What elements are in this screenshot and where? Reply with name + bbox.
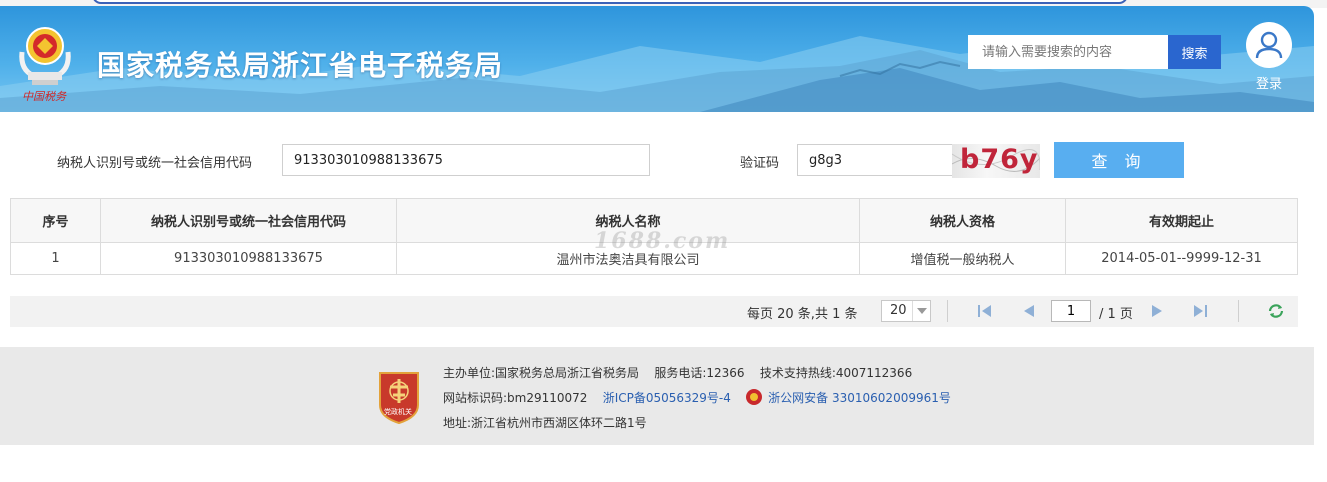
service-phone: 服务电话:12366: [654, 366, 745, 380]
tax-emblem-icon: 中国税务: [14, 16, 76, 106]
query-button[interactable]: 查 询: [1054, 142, 1184, 178]
police-badge-icon: [746, 389, 763, 405]
captcha-input[interactable]: [797, 144, 955, 176]
pagination-bar: 每页 20 条,共 1 条 20 / 1 页: [10, 296, 1298, 327]
watermark-text: 1688.com: [594, 228, 731, 254]
login-button[interactable]: 登录: [1245, 22, 1293, 92]
site-header: 中国税务 国家税务总局浙江省电子税务局 搜索 登录: [0, 6, 1314, 112]
site-title: 国家税务总局浙江省电子税务局: [97, 49, 504, 82]
host-label: 主办单位:: [443, 366, 496, 380]
header-taxpayer-id: 纳税人识别号或统一社会信用代码: [100, 198, 397, 243]
captcha-text: b76y: [960, 144, 1039, 175]
header-validity: 有效期起止: [1065, 198, 1298, 243]
party-government-badge-icon[interactable]: 党政机关: [376, 369, 422, 425]
host-value: 国家税务总局浙江省税务局: [495, 366, 640, 380]
header-index: 序号: [10, 198, 101, 243]
footer-records-line: 网站标识码:bm29110072 浙ICP备05056329号-4 浙公网安备 …: [443, 389, 951, 406]
page-size-value: 20: [890, 303, 907, 318]
cell-index: 1: [10, 242, 101, 275]
site-id: 网站标识码:bm29110072: [443, 391, 588, 405]
cell-qualification: 增值税一般纳税人: [859, 242, 1066, 275]
cell-validity: 2014-05-01--9999-12-31: [1065, 242, 1298, 275]
query-form: 纳税人识别号或统一社会信用代码 验证码 b76y 查 询: [0, 142, 1314, 178]
next-page-icon[interactable]: [1149, 304, 1165, 318]
badge-text: 党政机关: [384, 408, 412, 416]
footer-address: 地址:浙江省杭州市西湖区体环二路1号: [443, 416, 647, 430]
cell-taxpayer-id: 913303010988133675: [100, 242, 397, 275]
header-qualification: 纳税人资格: [859, 198, 1066, 243]
taxpayer-id-label: 纳税人识别号或统一社会信用代码: [57, 156, 253, 171]
address-bar-edge[interactable]: [92, 0, 1128, 4]
refresh-icon[interactable]: [1268, 304, 1284, 318]
prev-page-icon[interactable]: [1021, 304, 1037, 318]
taxpayer-id-input[interactable]: [282, 144, 650, 176]
footer-host-line: 主办单位:国家税务总局浙江省税务局 服务电话:12366 技术支持热线:4007…: [443, 364, 912, 381]
search-button[interactable]: 搜索: [1168, 35, 1221, 69]
police-record-link[interactable]: 浙公网安备 33010602009961号: [768, 391, 951, 405]
login-label[interactable]: 登录: [1245, 73, 1293, 92]
emblem-caption: 中国税务: [22, 90, 66, 103]
first-page-icon[interactable]: [977, 304, 993, 318]
chevron-down-icon[interactable]: [912, 301, 930, 321]
pager-divider: [1238, 300, 1239, 322]
search-input[interactable]: [968, 35, 1168, 69]
pager-divider: [947, 300, 948, 322]
captcha-label: 验证码: [740, 156, 780, 171]
page-size-select[interactable]: 20: [881, 300, 931, 322]
total-pages: / 1 页: [1099, 307, 1133, 322]
support-hotline: 技术支持热线:4007112366: [759, 366, 913, 380]
site-footer: 党政机关 主办单位:国家税务总局浙江省税务局 服务电话:12366 技术支持热线…: [0, 347, 1314, 445]
icp-link[interactable]: 浙ICP备05056329号-4: [603, 391, 731, 405]
per-page-summary: 每页 20 条,共 1 条: [747, 307, 858, 322]
last-page-icon[interactable]: [1192, 304, 1208, 318]
page-number-input[interactable]: [1051, 300, 1091, 322]
user-avatar-icon[interactable]: [1246, 22, 1292, 68]
captcha-image[interactable]: b76y: [952, 144, 1040, 178]
